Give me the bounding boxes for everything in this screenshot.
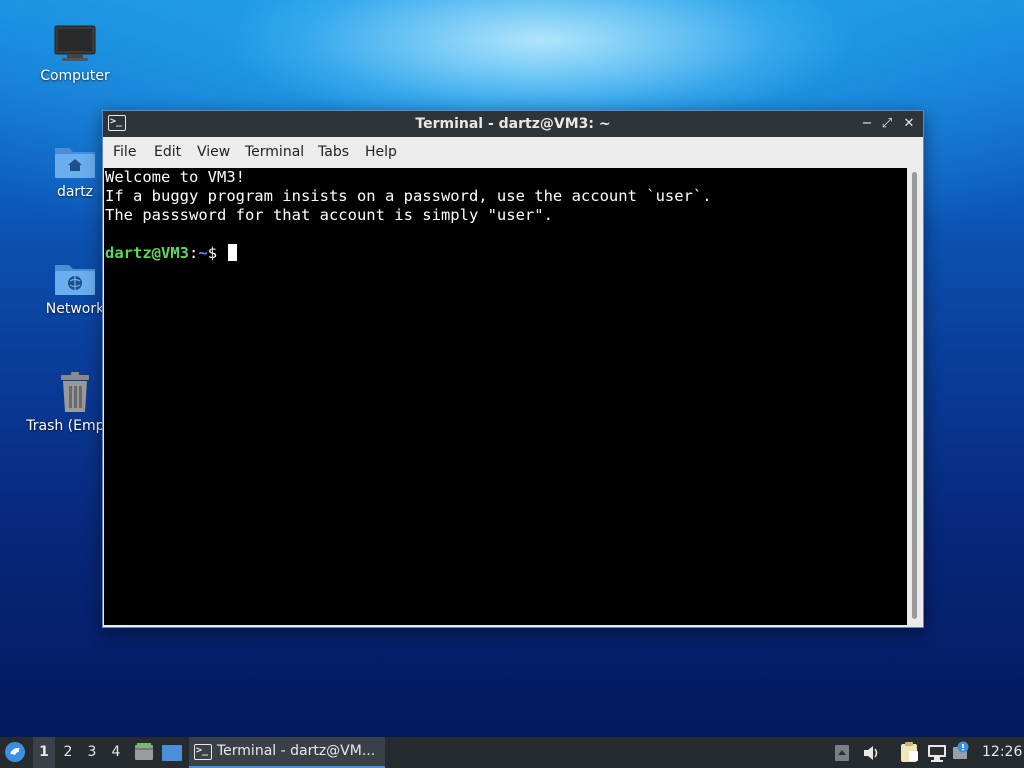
terminal-prompt-line: dartz@VM3:~$: [104, 244, 907, 263]
prompt-separator: :: [189, 244, 199, 262]
trash-icon: [61, 372, 89, 412]
menu-file[interactable]: File: [113, 137, 136, 167]
app-menu-icon: [5, 742, 25, 762]
terminal-line: The passsword for that account is simply…: [105, 206, 553, 224]
terminal-task-icon: >_: [194, 744, 212, 760]
network-button[interactable]: [927, 737, 949, 768]
prompt-user-host: dartz@VM3: [105, 244, 189, 262]
task-label: Terminal - dartz@VM...: [217, 743, 376, 759]
window-titlebar[interactable]: >_ Terminal - dartz@VM3: ~ − ⤢ ✕: [103, 111, 923, 137]
menu-bar: File Edit View Terminal Tabs Help: [103, 137, 923, 167]
window-title: Terminal - dartz@VM3: ~: [415, 116, 611, 132]
clock[interactable]: 12:26: [982, 737, 1022, 768]
maximize-button[interactable]: ⤢: [877, 111, 897, 137]
taskbar: 1 2 3 4 >_ Terminal - dartz@VM... 12:26: [0, 737, 1024, 768]
terminal-output[interactable]: Welcome to VM3! If a buggy program insis…: [104, 168, 907, 625]
volume-button[interactable]: [862, 737, 882, 768]
show-desktop-icon: [162, 745, 182, 761]
update-notification-icon: [953, 741, 969, 759]
terminal-line: Welcome to VM3!: [105, 168, 245, 186]
minimize-button[interactable]: −: [857, 111, 877, 137]
workspace-1[interactable]: 1: [33, 737, 55, 768]
workspace-4[interactable]: 4: [105, 737, 127, 768]
network-wired-icon: [928, 745, 946, 762]
menu-terminal[interactable]: Terminal: [245, 137, 304, 167]
show-desktop-button[interactable]: [161, 737, 185, 768]
clipboard-icon: [901, 742, 918, 762]
file-manager-icon: [135, 743, 153, 760]
app-menu-button[interactable]: [4, 737, 28, 768]
desktop-icon-computer[interactable]: Computer: [25, 24, 125, 84]
scrollbar-thumb[interactable]: [912, 172, 917, 619]
network-folder-icon: [55, 265, 95, 295]
tray-up-arrow-icon: [835, 745, 849, 761]
tray-arrow-button[interactable]: [834, 737, 852, 768]
updates-button[interactable]: [952, 737, 972, 768]
workspace-2[interactable]: 2: [57, 737, 79, 768]
menu-edit[interactable]: Edit: [154, 137, 181, 167]
prompt-symbol: $: [207, 244, 227, 262]
terminal-scrollbar[interactable]: [908, 168, 922, 625]
desktop: Computer dartz Network Trash (Empty) >_ …: [0, 0, 1024, 768]
home-folder-icon: [55, 148, 95, 178]
menu-help[interactable]: Help: [365, 137, 397, 167]
menu-view[interactable]: View: [197, 137, 230, 167]
file-manager-launcher[interactable]: [134, 737, 156, 768]
volume-icon: [864, 746, 878, 760]
close-button[interactable]: ✕: [899, 111, 919, 137]
prompt-path: ~: [198, 244, 208, 262]
computer-icon: [54, 25, 96, 61]
terminal-window: >_ Terminal - dartz@VM3: ~ − ⤢ ✕ File Ed…: [102, 110, 924, 628]
clipboard-button[interactable]: [899, 737, 921, 768]
workspace-3[interactable]: 3: [81, 737, 103, 768]
taskbar-task-terminal[interactable]: >_ Terminal - dartz@VM...: [189, 737, 385, 768]
terminal-line: If a buggy program insists on a password…: [105, 187, 712, 205]
terminal-cursor: [228, 244, 238, 261]
menu-tabs[interactable]: Tabs: [318, 137, 349, 167]
desktop-icon-label: Computer: [40, 68, 110, 84]
